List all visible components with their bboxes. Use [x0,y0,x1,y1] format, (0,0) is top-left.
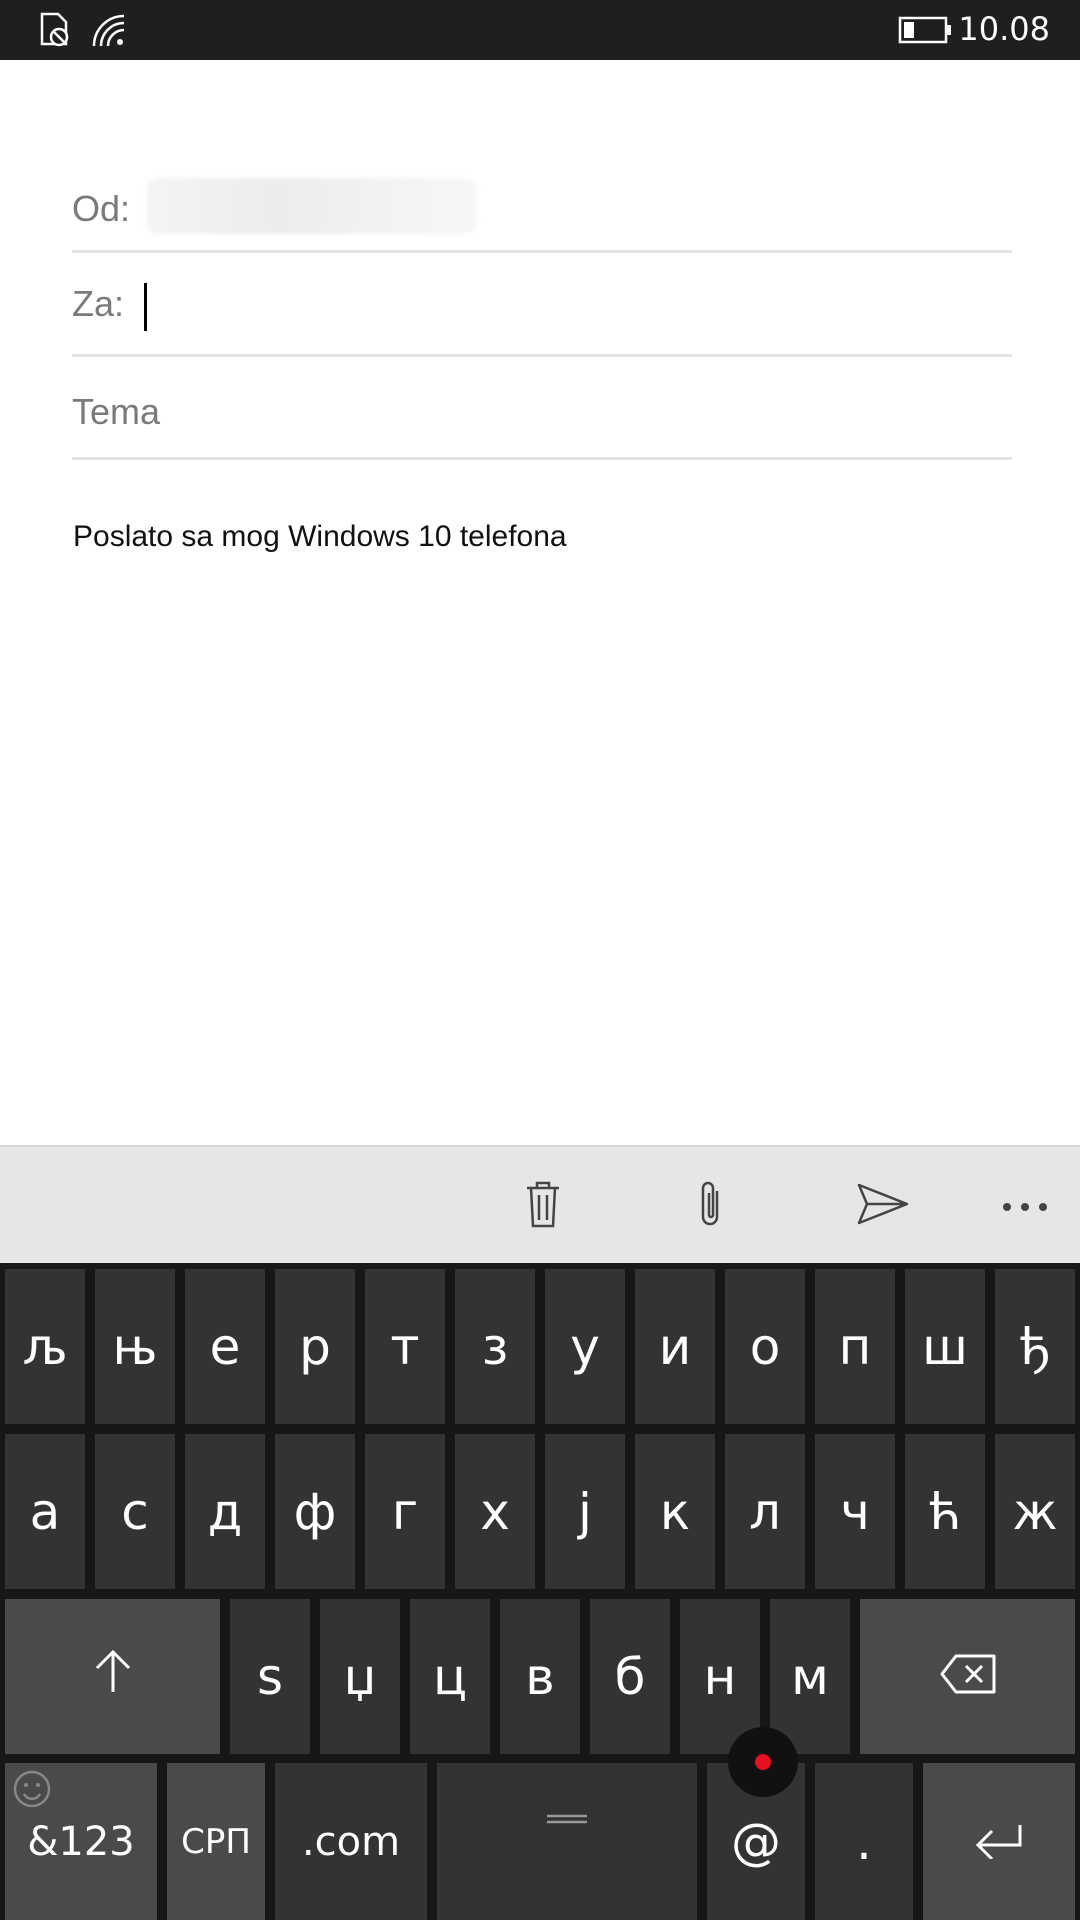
key[interactable]: ѕ [230,1599,310,1754]
key[interactable]: м [770,1599,850,1754]
period-label: . [856,1812,872,1871]
backspace-key[interactable] [860,1599,1075,1754]
subject-field[interactable]: Tema [72,357,1012,460]
key[interactable]: л [725,1434,805,1589]
send-button[interactable] [848,1171,918,1241]
key[interactable]: с [95,1434,175,1589]
key[interactable]: у [545,1269,625,1424]
dotcom-label: .com [301,1818,401,1865]
backspace-icon [940,1648,996,1706]
emoji-icon[interactable] [12,1769,52,1813]
key[interactable]: т [365,1269,445,1424]
on-screen-keyboard: љ њ е р т з у и о п ш ђ а с д ф г х ј к … [0,1263,1080,1920]
key[interactable]: е [185,1269,265,1424]
key[interactable]: и [635,1269,715,1424]
delete-button[interactable] [508,1171,578,1241]
key[interactable]: љ [5,1269,85,1424]
battery-icon [898,16,952,48]
clock: 10.08 [958,10,1050,48]
app-bar [0,1145,1080,1263]
from-label: Od: [72,188,131,229]
drag-handle-icon [545,1779,589,1837]
key[interactable]: ч [815,1434,895,1589]
to-label: Za: [72,283,125,324]
enter-icon [974,1813,1024,1871]
attach-icon [697,1179,725,1233]
sim-disabled-icon [38,12,72,52]
more-button[interactable] [990,1171,1060,1241]
enter-key[interactable] [923,1763,1075,1920]
cursor-control-icon[interactable] [728,1727,798,1797]
space-key[interactable] [437,1763,697,1920]
key[interactable]: ћ [905,1434,985,1589]
from-field[interactable]: Od: [72,120,1012,253]
key[interactable]: г [365,1434,445,1589]
key[interactable]: ј [545,1434,625,1589]
language-label: СРП [181,1821,251,1862]
key[interactable]: ш [905,1269,985,1424]
key[interactable]: д [185,1434,265,1589]
at-label: @ [731,1812,781,1871]
key[interactable]: п [815,1269,895,1424]
key[interactable]: к [635,1434,715,1589]
from-address-redacted [147,178,477,234]
key[interactable]: ц [410,1599,490,1754]
key[interactable]: в [500,1599,580,1754]
language-key[interactable]: СРП [167,1763,265,1920]
to-field[interactable]: Za: [72,253,1012,357]
wifi-icon [90,12,128,52]
key[interactable]: а [5,1434,85,1589]
dotcom-key[interactable]: .com [275,1763,427,1920]
key[interactable]: њ [95,1269,175,1424]
shift-arrow-icon [93,1648,133,1706]
key[interactable]: х [455,1434,535,1589]
status-bar: 10.08 [0,0,1080,60]
key[interactable]: р [275,1269,355,1424]
shift-key[interactable] [5,1599,220,1754]
key[interactable]: ф [275,1434,355,1589]
key[interactable]: з [455,1269,535,1424]
key[interactable]: ђ [995,1269,1075,1424]
more-icon [1001,1197,1049,1216]
symbols-label: &123 [27,1818,135,1865]
delete-icon [523,1180,563,1232]
period-key[interactable]: . [815,1763,913,1920]
key[interactable]: ж [995,1434,1075,1589]
subject-placeholder: Tema [72,391,161,432]
compose-form: Od: Za: Tema Poslato sa mog Windows 10 t… [0,60,1080,1145]
send-icon [857,1183,909,1229]
key[interactable]: о [725,1269,805,1424]
text-caret [144,283,147,331]
key[interactable]: џ [320,1599,400,1754]
attach-button[interactable] [676,1171,746,1241]
email-body-signature[interactable]: Poslato sa mog Windows 10 telefona [73,520,567,554]
key[interactable]: б [590,1599,670,1754]
